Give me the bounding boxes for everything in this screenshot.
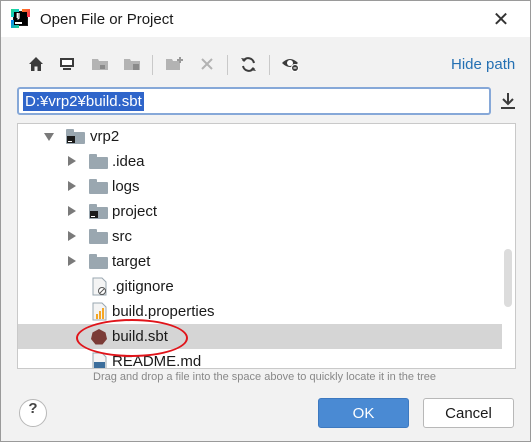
tree-row[interactable]: .gitignore: [18, 274, 502, 299]
hide-path-link[interactable]: Hide path: [451, 56, 515, 73]
refresh-icon[interactable]: [237, 53, 259, 75]
project-directory-icon: [89, 53, 111, 75]
tree-item-label: project: [112, 203, 158, 220]
tree-row-root[interactable]: vrp2: [18, 124, 502, 149]
markdown-file-icon: [92, 352, 107, 368]
home-icon[interactable]: [25, 53, 47, 75]
tree-item-label: logs: [112, 178, 140, 195]
collapse-arrow-icon[interactable]: [68, 231, 76, 241]
tree-item-label: src: [112, 228, 132, 245]
expand-arrow-icon[interactable]: [44, 133, 54, 141]
download-icon[interactable]: [499, 91, 517, 111]
delete-icon: [196, 53, 218, 75]
path-selected-text: D:¥vrp2¥build.sbt: [23, 92, 144, 111]
new-folder-icon: [164, 53, 186, 75]
folder-icon: [89, 179, 108, 194]
title-bar: IJ Open File or Project ✕: [1, 1, 530, 37]
toolbar-separator: [227, 55, 228, 75]
collapse-arrow-icon[interactable]: [68, 156, 76, 166]
tree-row-selected[interactable]: build.sbt: [18, 324, 502, 349]
tree-item-label: .gitignore: [112, 278, 174, 295]
show-hidden-files-icon[interactable]: [280, 53, 302, 75]
tree-item-label: build.properties: [112, 303, 215, 320]
properties-file-icon: [92, 302, 107, 321]
tree-item-label: build.sbt: [112, 328, 168, 345]
tree-row[interactable]: project: [18, 199, 502, 224]
folder-icon: [89, 254, 108, 269]
tree-row[interactable]: target: [18, 249, 502, 274]
project-folder-icon: [66, 129, 85, 144]
folder-icon: [89, 154, 108, 169]
desktop-icon[interactable]: [56, 53, 78, 75]
toolbar: Hide path: [1, 51, 530, 79]
collapse-arrow-icon[interactable]: [68, 206, 76, 216]
dialog-title: Open File or Project: [40, 11, 174, 28]
ok-button[interactable]: OK: [318, 398, 409, 428]
project-folder-icon: [89, 204, 108, 219]
intellij-app-icon: IJ: [11, 9, 30, 28]
drag-drop-hint: Drag and drop a file into the space abov…: [93, 371, 437, 383]
collapse-arrow-icon[interactable]: [68, 181, 76, 191]
tree-row[interactable]: logs: [18, 174, 502, 199]
gitignore-file-icon: [92, 277, 107, 296]
toolbar-separator: [152, 55, 153, 75]
collapse-arrow-icon[interactable]: [68, 256, 76, 266]
tree-row[interactable]: build.properties: [18, 299, 502, 324]
close-icon[interactable]: ✕: [487, 7, 515, 31]
tree-row[interactable]: src: [18, 224, 502, 249]
path-field[interactable]: D:¥vrp2¥build.sbt: [17, 87, 491, 115]
tree-item-label: README.md: [112, 353, 202, 369]
help-button[interactable]: ?: [19, 399, 47, 427]
tree-scrollbar[interactable]: [504, 249, 512, 307]
file-tree[interactable]: vrp2 .idea logs project src target .giti…: [17, 123, 516, 369]
module-directory-icon: [121, 53, 143, 75]
tree-row[interactable]: .idea: [18, 149, 502, 174]
tree-item-label: vrp2: [90, 128, 120, 145]
open-file-dialog: IJ Open File or Project ✕ Hide path D:¥v…: [0, 0, 531, 442]
toolbar-separator: [269, 55, 270, 75]
folder-icon: [89, 229, 108, 244]
tree-item-label: target: [112, 253, 151, 270]
tree-item-label: .idea: [112, 153, 145, 170]
tree-row[interactable]: README.md: [18, 349, 502, 369]
cancel-button[interactable]: Cancel: [423, 398, 514, 428]
sbt-file-icon: [90, 328, 107, 347]
